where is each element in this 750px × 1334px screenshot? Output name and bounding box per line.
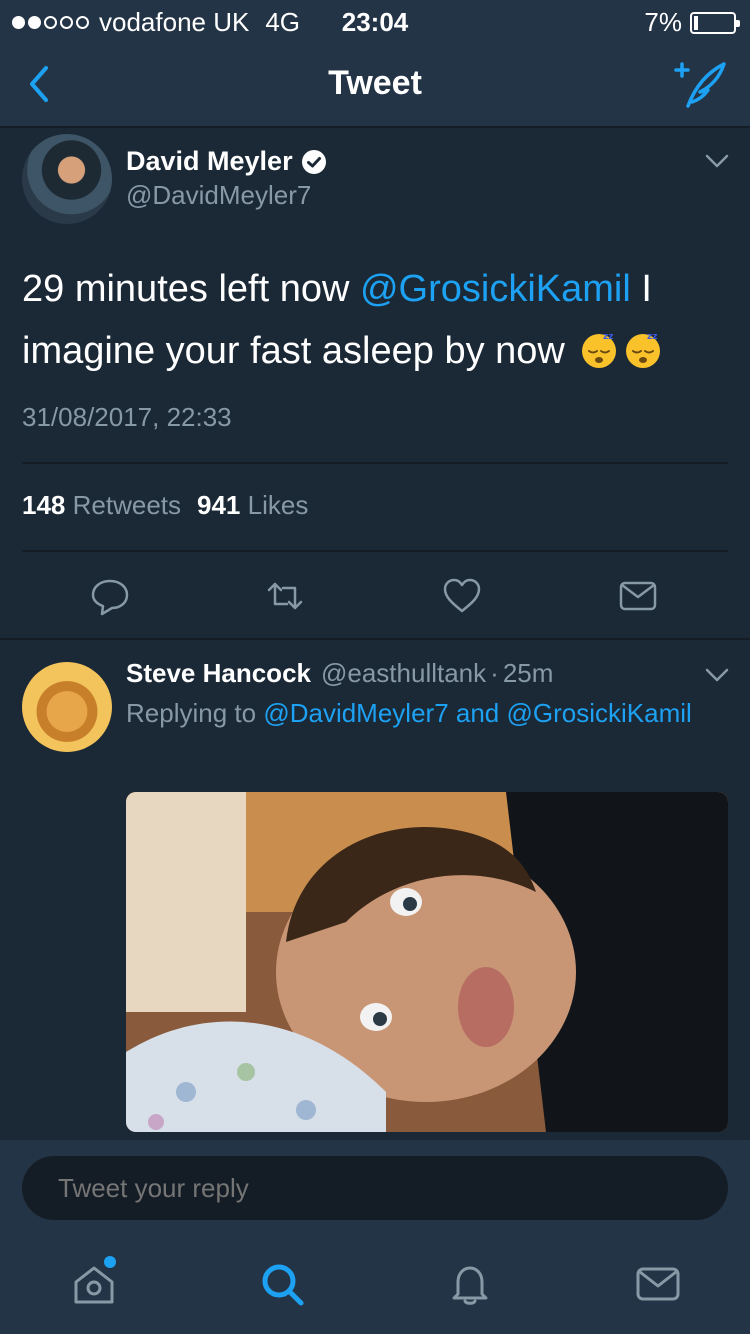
tweet-stats: 148 Retweets 941 Likes: [22, 490, 308, 521]
sleeping-face-emoji: zz: [582, 332, 617, 368]
clock: 23:04: [341, 7, 409, 37]
chevron-down-icon[interactable]: [704, 152, 730, 170]
divider: [22, 550, 728, 552]
home-icon[interactable]: [70, 1260, 118, 1308]
retweets-count: 148: [22, 490, 66, 520]
replying-prefix: Replying to: [126, 698, 257, 728]
reply-author-handle[interactable]: @easthulltank: [321, 658, 486, 689]
nav-bar: Tweet: [0, 40, 750, 128]
svg-text:zz: zz: [603, 332, 613, 342]
photo-image: [126, 792, 728, 1132]
replying-to: Replying to @DavidMeyler7 and @GrosickiK…: [126, 698, 692, 729]
avatar[interactable]: [22, 662, 112, 752]
compose-tweet-icon[interactable]: [672, 56, 728, 112]
sleeping-face-emoji: zz: [626, 332, 661, 368]
meta-separator: ·: [490, 658, 499, 688]
messages-icon[interactable]: [634, 1260, 682, 1308]
message-icon[interactable]: [618, 576, 658, 616]
reply-header: Steve Hancock @easthulltank · 25m: [126, 658, 553, 689]
tweet-text-start: 29 minutes left now: [22, 268, 360, 310]
notifications-icon[interactable]: [446, 1260, 494, 1308]
reply-media-image[interactable]: [126, 792, 728, 1132]
page-title: Tweet: [328, 64, 422, 102]
reply-icon[interactable]: [90, 576, 130, 616]
search-icon[interactable]: [258, 1260, 306, 1308]
author-name-label: David Meyler: [126, 146, 293, 176]
status-bar: vodafone UK 4G 23:04 7%: [0, 0, 750, 40]
retweet-icon[interactable]: [265, 576, 305, 616]
author-handle[interactable]: @DavidMeyler7: [126, 180, 311, 211]
mention-link[interactable]: @GrosickiKamil: [507, 698, 692, 728]
replying-and[interactable]: and: [456, 698, 499, 728]
tweet-actions: [0, 570, 750, 630]
retweets-label: Retweets: [72, 490, 182, 520]
avatar[interactable]: [22, 134, 112, 224]
chevron-down-icon[interactable]: [704, 666, 730, 684]
like-icon[interactable]: [442, 576, 482, 616]
mention-link[interactable]: @GrosickiKamil: [360, 268, 631, 310]
reply-tweet[interactable]: Steve Hancock @easthulltank · 25m Replyi…: [0, 640, 750, 1140]
svg-text:zz: zz: [647, 332, 657, 342]
battery-percent: 7%: [644, 7, 682, 37]
battery-icon: [690, 11, 740, 34]
retweets-stat[interactable]: 148 Retweets: [22, 490, 181, 521]
author-name[interactable]: David Meyler: [126, 146, 327, 177]
likes-stat[interactable]: 941 Likes: [197, 490, 308, 521]
tweet-text: 29 minutes left now @GrosickiKamil I ima…: [22, 258, 722, 382]
mention-link[interactable]: @DavidMeyler7: [263, 698, 448, 728]
reply-bar: [0, 1140, 750, 1236]
reply-time: 25m: [502, 658, 554, 688]
tweet-timestamp: 31/08/2017, 22:33: [22, 402, 232, 432]
likes-count: 941: [197, 490, 241, 520]
verified-badge-icon: [301, 149, 326, 174]
divider: [22, 462, 728, 464]
reply-input[interactable]: [22, 1156, 728, 1220]
reply-author-name[interactable]: Steve Hancock: [126, 658, 311, 689]
likes-label: Likes: [247, 490, 309, 520]
tab-bar: [0, 1236, 750, 1334]
